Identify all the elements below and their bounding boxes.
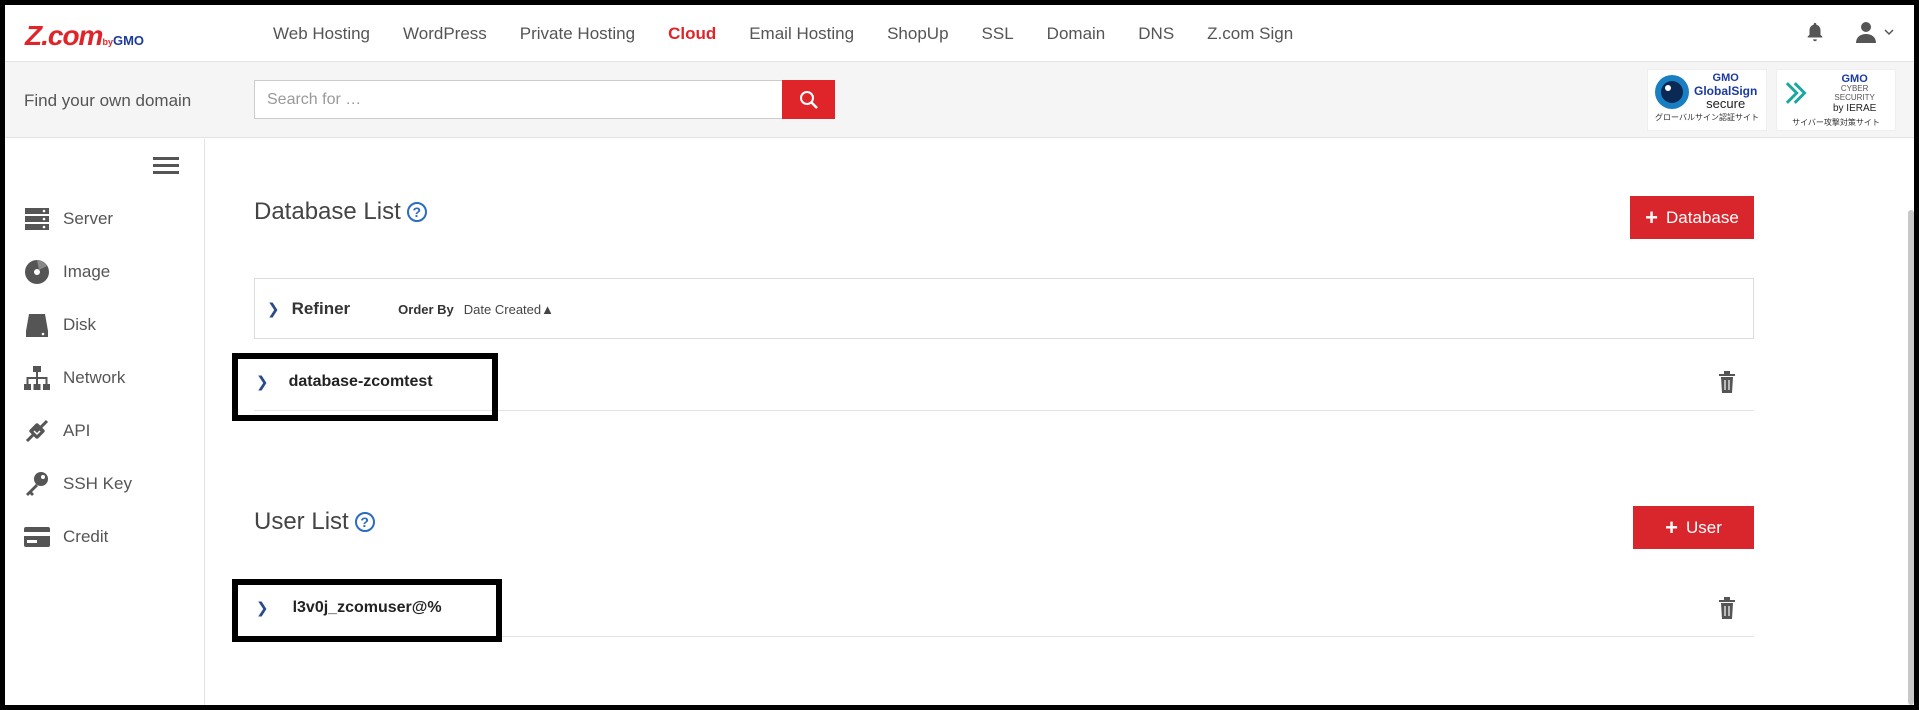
globalsign-eye-icon xyxy=(1655,74,1689,109)
logo-gmo-text: GMO xyxy=(112,33,145,48)
vertical-scrollbar[interactable] xyxy=(1908,210,1914,705)
user-list-title-text: User List xyxy=(254,508,349,535)
logo-text: Z.com xyxy=(25,20,103,51)
logo-by-text: by xyxy=(102,37,113,47)
plus-icon: + xyxy=(1665,514,1678,540)
user-menu[interactable] xyxy=(1854,20,1894,44)
key-icon xyxy=(26,472,48,496)
trash-icon[interactable] xyxy=(1718,371,1736,393)
order-by-value[interactable]: Date Created▲ xyxy=(464,302,554,317)
nav-private-hosting[interactable]: Private Hosting xyxy=(520,24,635,44)
sidebar: Server Image Disk Network API SSH Key Cr… xyxy=(5,139,205,705)
sidebar-item-label: Network xyxy=(63,368,126,387)
sidebar-item-api[interactable]: API xyxy=(23,417,90,445)
trash-icon[interactable] xyxy=(1718,597,1736,619)
main-nav: Web Hosting WordPress Private Hosting Cl… xyxy=(273,5,1326,62)
browser-frame: Z.combyGMO Web Hosting WordPress Private… xyxy=(5,5,1914,705)
globalsign-badge[interactable]: GMO GlobalSign secure グローバルサイン認証サイト xyxy=(1647,69,1767,131)
nav-web-hosting[interactable]: Web Hosting xyxy=(273,24,370,44)
nav-ssl[interactable]: SSL xyxy=(982,24,1014,44)
bell-icon[interactable] xyxy=(1804,20,1826,44)
ierae-logo-icon xyxy=(1785,82,1807,105)
sidebar-item-label: Credit xyxy=(63,527,109,546)
search-icon xyxy=(799,90,818,109)
plus-icon: + xyxy=(1645,204,1659,230)
highlight-box xyxy=(232,579,502,642)
nav-right xyxy=(1804,20,1894,44)
ierae-line1-text: CYBER SECURITY xyxy=(1834,84,1875,102)
api-icon xyxy=(25,419,49,443)
sidebar-item-disk[interactable]: Disk xyxy=(23,311,96,339)
nav-domain[interactable]: Domain xyxy=(1047,24,1106,44)
top-navigation: Z.combyGMO Web Hosting WordPress Private… xyxy=(5,5,1914,62)
hamburger-menu-icon[interactable] xyxy=(153,157,179,175)
add-database-button[interactable]: + Database xyxy=(1630,196,1754,239)
nav-shopup[interactable]: ShopUp xyxy=(887,24,948,44)
nav-wordpress[interactable]: WordPress xyxy=(403,24,487,44)
find-domain-label: Find your own domain xyxy=(24,91,192,110)
highlight-box xyxy=(232,353,498,421)
image-icon xyxy=(25,260,49,284)
database-list-title: Database List ? xyxy=(254,198,427,226)
order-by-label: Order By xyxy=(398,301,454,317)
help-icon[interactable]: ? xyxy=(354,512,375,532)
sidebar-item-label: API xyxy=(63,421,91,440)
add-user-button[interactable]: + User xyxy=(1633,506,1754,549)
sidebar-item-ssh-key[interactable]: SSH Key xyxy=(23,470,132,498)
domain-search-input[interactable] xyxy=(254,80,784,119)
ierae-caption: サイバー攻撃対策サイト xyxy=(1792,117,1880,127)
gs-gmo-text: GMO xyxy=(1712,72,1739,84)
main-content: Database List ? + Database ❯ Refiner Ord… xyxy=(206,139,1906,705)
refiner-panel[interactable]: ❯ Refiner Order By Date Created▲ xyxy=(254,278,1754,339)
sidebar-item-label: Disk xyxy=(63,315,97,334)
ierae-line2-text: by IERAE xyxy=(1832,102,1877,114)
sidebar-item-credit[interactable]: Credit xyxy=(23,523,108,551)
nav-email-hosting[interactable]: Email Hosting xyxy=(749,24,854,44)
help-icon[interactable]: ? xyxy=(406,202,427,222)
server-icon xyxy=(25,208,49,230)
zcom-logo[interactable]: Z.combyGMO xyxy=(25,20,145,51)
sidebar-item-network[interactable]: Network xyxy=(23,364,125,392)
user-icon xyxy=(1856,22,1876,43)
chevron-right-icon: ❯ xyxy=(267,301,280,318)
gs-secure-text: secure xyxy=(1706,96,1746,112)
nav-cloud[interactable]: Cloud xyxy=(668,24,716,44)
gs-caption: グローバルサイン認証サイト xyxy=(1655,112,1759,122)
refiner-label: Refiner xyxy=(291,299,351,318)
nav-zcom-sign[interactable]: Z.com Sign xyxy=(1207,24,1293,44)
search-button[interactable] xyxy=(782,80,835,119)
nav-dns[interactable]: DNS xyxy=(1138,24,1174,44)
add-database-label: Database xyxy=(1666,207,1739,227)
disk-icon xyxy=(26,314,48,337)
ierae-badge[interactable]: GMO CYBER SECURITY by IERAE サイバー攻撃対策サイト xyxy=(1776,69,1896,131)
sidebar-item-server[interactable]: Server xyxy=(23,205,113,233)
sidebar-item-label: Server xyxy=(63,209,114,228)
sidebar-item-image[interactable]: Image xyxy=(23,258,110,286)
network-icon xyxy=(24,366,50,390)
sidebar-item-label: SSH Key xyxy=(63,474,132,493)
credit-card-icon xyxy=(24,527,50,547)
sidebar-item-label: Image xyxy=(63,262,111,281)
user-list-title: User List ? xyxy=(254,508,375,536)
domain-search-bar: Find your own domain GMO GlobalSign secu… xyxy=(5,62,1914,138)
database-list-title-text: Database List xyxy=(254,198,401,225)
chevron-down-icon xyxy=(1884,29,1894,36)
add-user-label: User xyxy=(1685,517,1722,537)
